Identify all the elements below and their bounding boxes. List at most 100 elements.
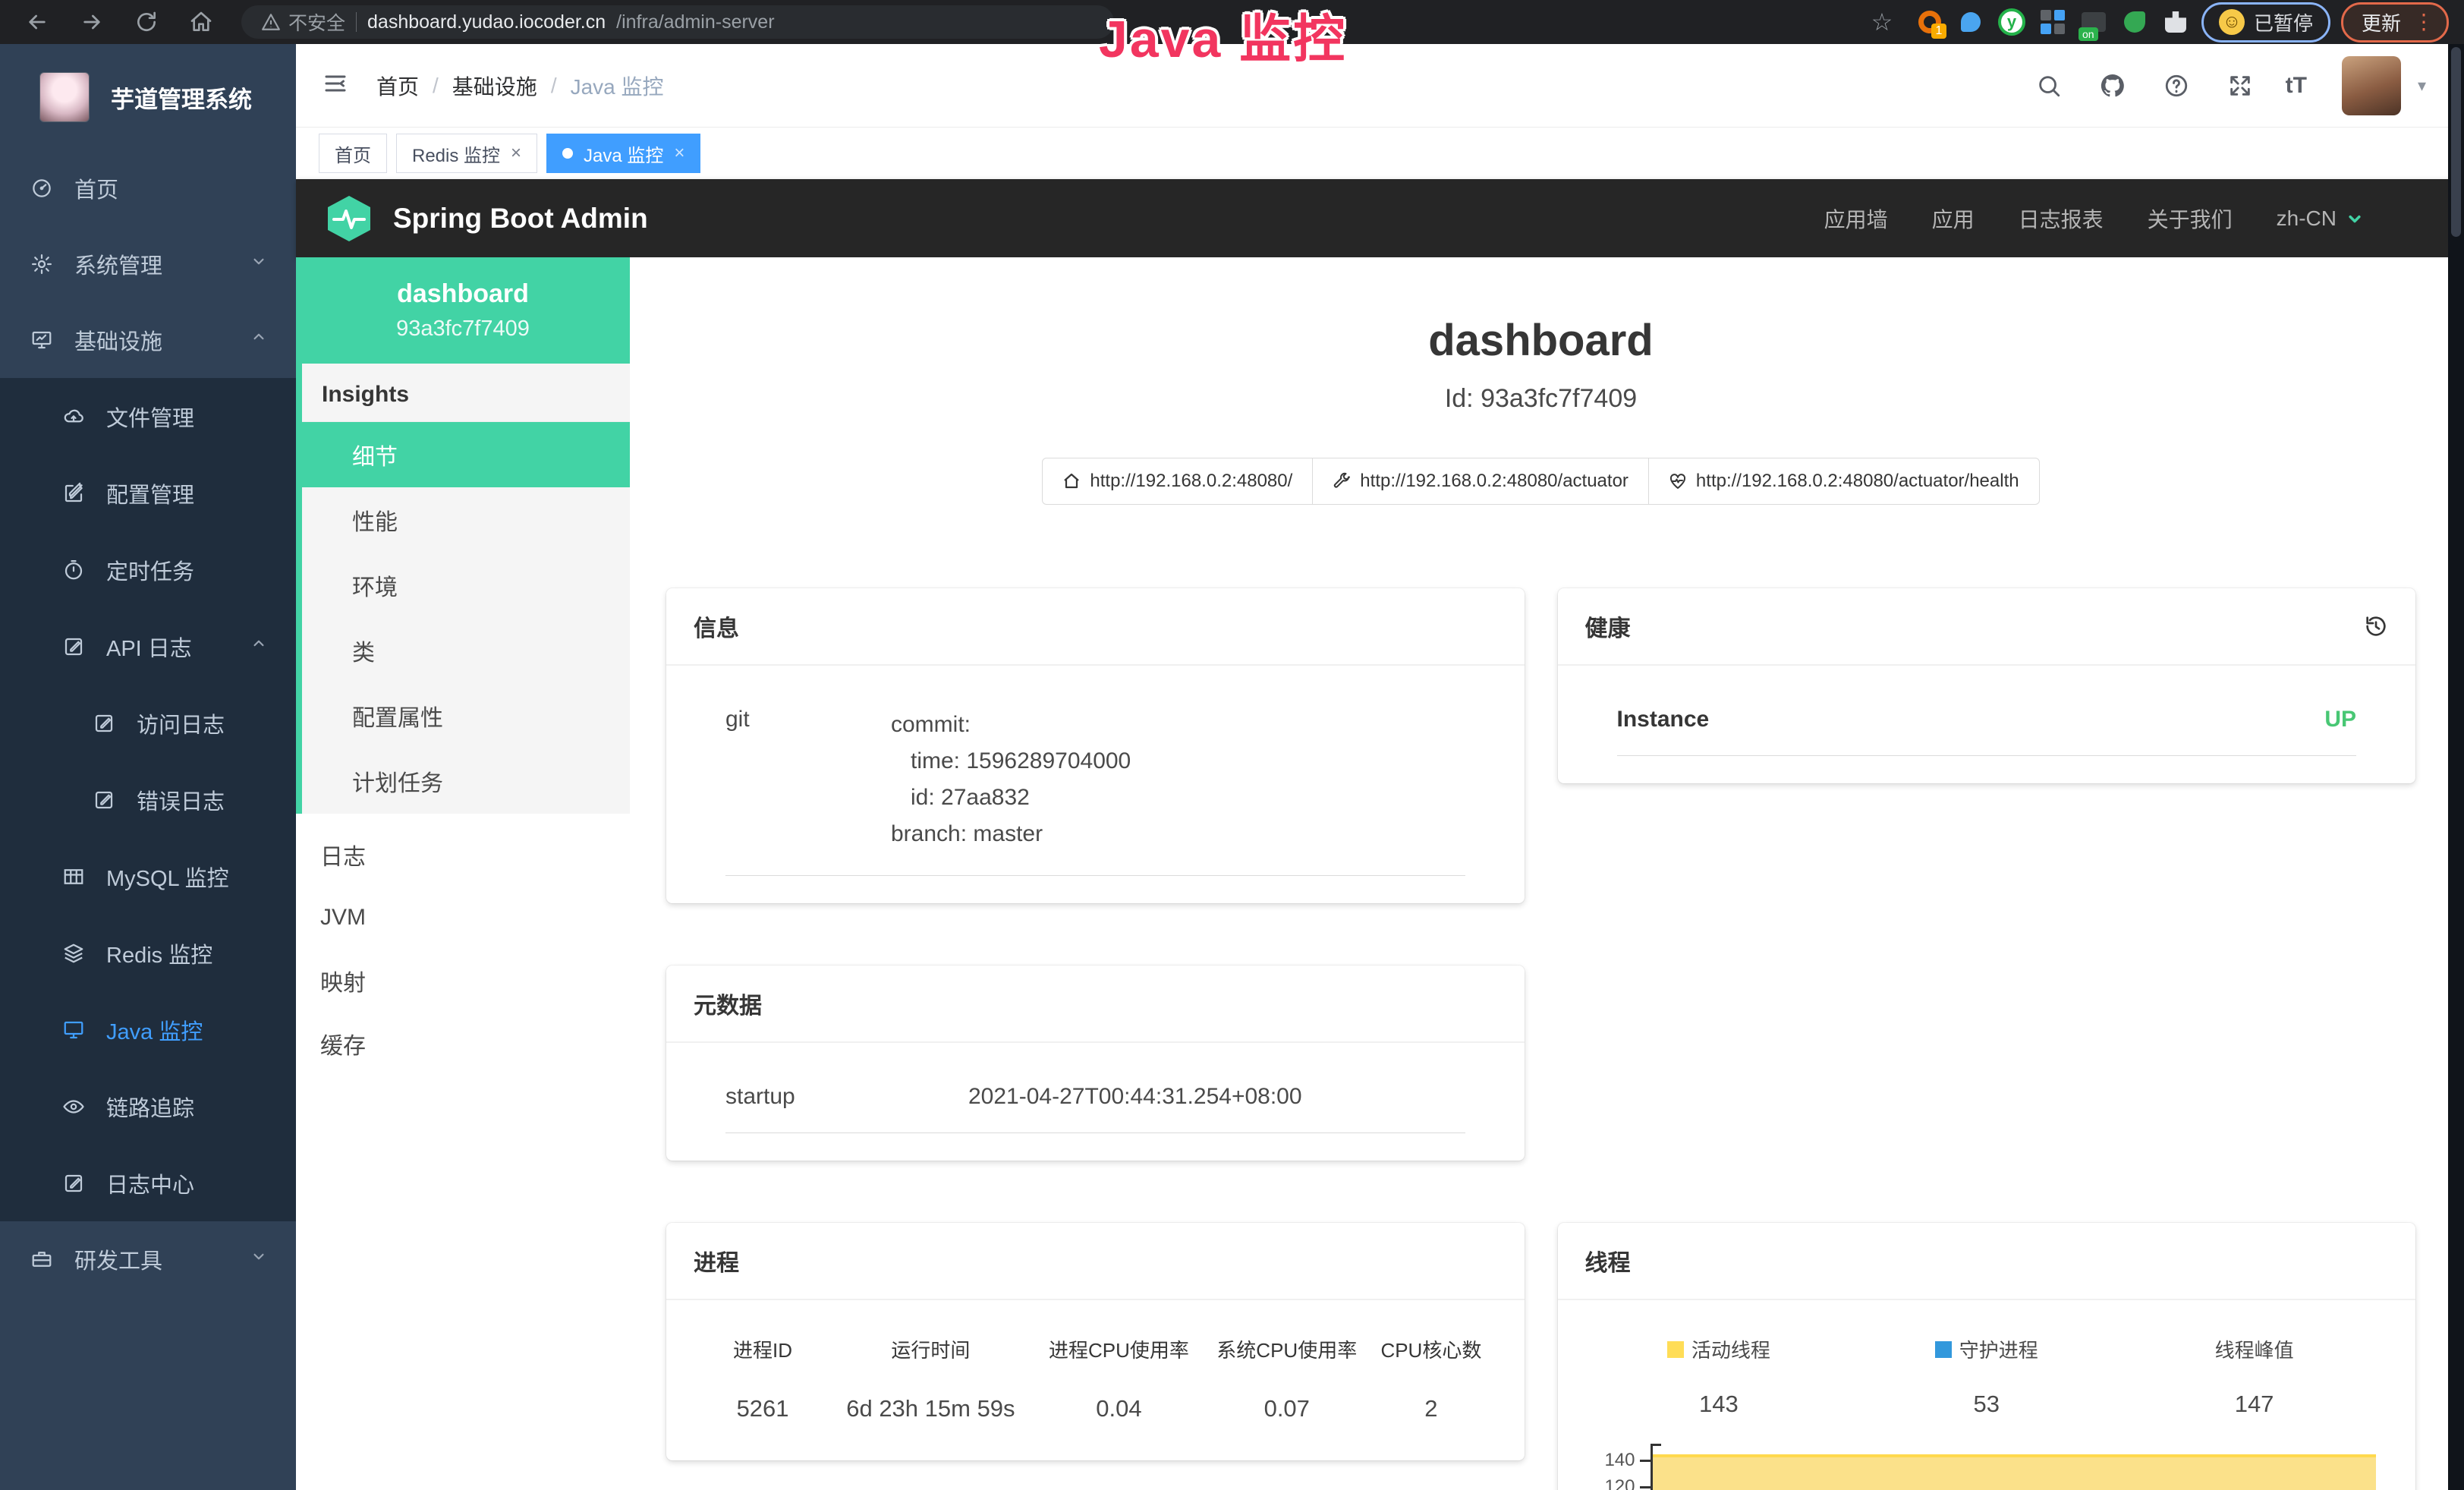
github-icon[interactable] xyxy=(2094,68,2131,104)
breadcrumb-current: Java 监控 xyxy=(571,71,664,101)
health-card-header: 健康 xyxy=(1558,588,2416,666)
sidebar-item-error-log[interactable]: 错误日志 xyxy=(0,761,296,838)
screen: 不安全 dashboard.yudao.iocoder.cn/infra/adm… xyxy=(0,0,2464,1490)
warning-icon xyxy=(261,12,281,32)
sba-nav-about[interactable]: 关于我们 xyxy=(2148,203,2233,234)
home-icon xyxy=(1062,472,1081,490)
extension-icon-1[interactable]: 1 xyxy=(1915,7,1945,37)
sba-menu-jvm[interactable]: JVM xyxy=(296,886,630,949)
threads-card: 线程 活动线程 守护进程 xyxy=(1558,1223,2416,1490)
sidebar-item-home[interactable]: 首页 xyxy=(0,150,296,226)
app-logo xyxy=(39,72,90,122)
col-uptime: 运行时间 xyxy=(827,1335,1034,1363)
git-key: git xyxy=(725,707,891,852)
reload-icon[interactable] xyxy=(124,5,168,39)
sba-menu-caches[interactable]: 缓存 xyxy=(296,1012,630,1075)
sba-brand[interactable]: Spring Boot Admin xyxy=(325,194,648,243)
fullscreen-icon[interactable] xyxy=(2222,68,2258,104)
back-icon[interactable] xyxy=(15,5,59,39)
instance-header[interactable]: dashboard 93a3fc7f7409 xyxy=(296,257,630,364)
tab-java-monitor[interactable]: Java 监控 × xyxy=(546,134,700,173)
breadcrumb-home[interactable]: 首页 xyxy=(376,71,419,101)
text-size-icon[interactable]: tT xyxy=(2286,73,2307,99)
main-sidebar: 芋道管理系统 首页 系统管理 基础设施 文件管理 xyxy=(0,44,296,1490)
legend-swatch-blue xyxy=(1935,1341,1952,1358)
health-row-label: Instance xyxy=(1617,707,1710,732)
service-url-button[interactable]: http://192.168.0.2:48080/ xyxy=(1042,458,1313,505)
extensions-puzzle-icon[interactable] xyxy=(2160,7,2191,37)
url-separator xyxy=(356,12,357,32)
forward-icon[interactable] xyxy=(70,5,114,39)
sba-menu-environment[interactable]: 环境 xyxy=(302,553,630,618)
sidebar-item-tracing[interactable]: 链路追踪 xyxy=(0,1068,296,1145)
card-title: 健康 xyxy=(1585,610,1631,643)
sidebar-item-config-manage[interactable]: 配置管理 xyxy=(0,455,296,531)
update-button[interactable]: 更新 ⋮ xyxy=(2341,2,2449,43)
home-nav-icon[interactable] xyxy=(179,5,223,39)
search-icon[interactable] xyxy=(2031,68,2067,104)
sba-menu-scheduled-tasks[interactable]: 计划任务 xyxy=(302,748,630,814)
eye-icon xyxy=(62,1095,85,1118)
tab-redis-monitor[interactable]: Redis 监控 × xyxy=(396,134,537,173)
update-label: 更新 xyxy=(2362,8,2401,36)
scrollbar-thumb[interactable] xyxy=(2451,47,2461,237)
sba-menu-config-props[interactable]: 配置属性 xyxy=(302,683,630,748)
extension-badge: 1 xyxy=(1931,24,1946,39)
extension-icon-3[interactable]: y xyxy=(1997,7,2027,37)
sba-locale-select[interactable]: zh-CN xyxy=(2277,206,2365,231)
close-icon[interactable]: × xyxy=(674,143,684,164)
sba-nav-wallboard[interactable]: 应用墙 xyxy=(1824,203,1888,234)
app-logo-row[interactable]: 芋道管理系统 xyxy=(0,44,296,150)
sidebar-item-log-center[interactable]: 日志中心 xyxy=(0,1145,296,1221)
actuator-url-button[interactable]: http://192.168.0.2:48080/actuator xyxy=(1312,458,1649,505)
user-menu[interactable]: ▾ xyxy=(2342,56,2426,115)
sba-menu-details[interactable]: 细节 xyxy=(302,422,630,487)
close-icon[interactable]: × xyxy=(511,143,521,164)
tab-label: 首页 xyxy=(335,140,371,167)
sba-menu-classes[interactable]: 类 xyxy=(302,618,630,683)
security-warning[interactable]: 不安全 xyxy=(261,8,345,36)
extension-icon-6[interactable] xyxy=(2119,7,2150,37)
sba-nav-journal[interactable]: 日志报表 xyxy=(2019,203,2104,234)
sba-nav-applications[interactable]: 应用 xyxy=(1932,203,1975,234)
cloud-upload-icon xyxy=(62,405,85,428)
sba-menu-mappings[interactable]: 映射 xyxy=(296,949,630,1012)
sidebar-item-system[interactable]: 系统管理 xyxy=(0,226,296,302)
extension-icon-4[interactable] xyxy=(2038,7,2068,37)
sidebar-item-scheduled-jobs[interactable]: 定时任务 xyxy=(0,531,296,608)
card-title: 元数据 xyxy=(694,987,762,1020)
sba-menu-logs[interactable]: 日志 xyxy=(296,823,630,886)
health-url-button[interactable]: http://192.168.0.2:48080/actuator/health xyxy=(1648,458,2040,505)
extension-icon-5[interactable]: on xyxy=(2079,7,2109,37)
sidebar-item-dev-tools[interactable]: 研发工具 xyxy=(0,1221,296,1297)
tab-home[interactable]: 首页 xyxy=(319,134,387,173)
sidebar-item-infra[interactable]: 基础设施 xyxy=(0,302,296,378)
sidebar-item-file-manage[interactable]: 文件管理 xyxy=(0,378,296,455)
sidebar-item-label: 文件管理 xyxy=(106,401,194,433)
browser-menu-icon[interactable]: ⋮ xyxy=(2413,14,2434,30)
page-scrollbar[interactable] xyxy=(2448,44,2464,1490)
card-title: 线程 xyxy=(1585,1244,1631,1277)
profile-paused-chip[interactable]: ☺ 已暂停 xyxy=(2201,2,2330,43)
sidebar-item-java-monitor[interactable]: Java 监控 xyxy=(0,991,296,1068)
extension-icon-2[interactable] xyxy=(1956,7,1986,37)
sidebar-item-label: Redis 监控 xyxy=(106,937,212,969)
card-title: 信息 xyxy=(694,610,739,643)
history-icon[interactable] xyxy=(2364,614,2388,638)
sidebar-item-mysql-monitor[interactable]: MySQL 监控 xyxy=(0,838,296,915)
help-icon[interactable] xyxy=(2158,68,2195,104)
hamburger-icon[interactable] xyxy=(322,70,349,101)
sidebar-item-redis-monitor[interactable]: Redis 监控 xyxy=(0,915,296,991)
git-value: commit: time: 1596289704000 id: 27aa832 … xyxy=(891,707,1131,852)
bookmark-star-icon[interactable]: ☆ xyxy=(1860,5,1904,39)
insights-group: Insights 细节 性能 环境 类 配置属性 计划任务 xyxy=(296,364,630,814)
sidebar-item-api-log[interactable]: API 日志 xyxy=(0,608,296,685)
git-id-line: id: 27aa832 xyxy=(891,780,1131,816)
sidebar-item-access-log[interactable]: 访问日志 xyxy=(0,685,296,761)
breadcrumb-infra[interactable]: 基础设施 xyxy=(452,71,537,101)
instance-name: dashboard xyxy=(397,279,529,309)
avatar[interactable] xyxy=(2342,56,2401,115)
health-instance-row: Instance UP xyxy=(1617,678,2357,756)
address-bar[interactable]: 不安全 dashboard.yudao.iocoder.cn/infra/adm… xyxy=(241,5,1114,39)
sba-menu-performance[interactable]: 性能 xyxy=(302,487,630,553)
